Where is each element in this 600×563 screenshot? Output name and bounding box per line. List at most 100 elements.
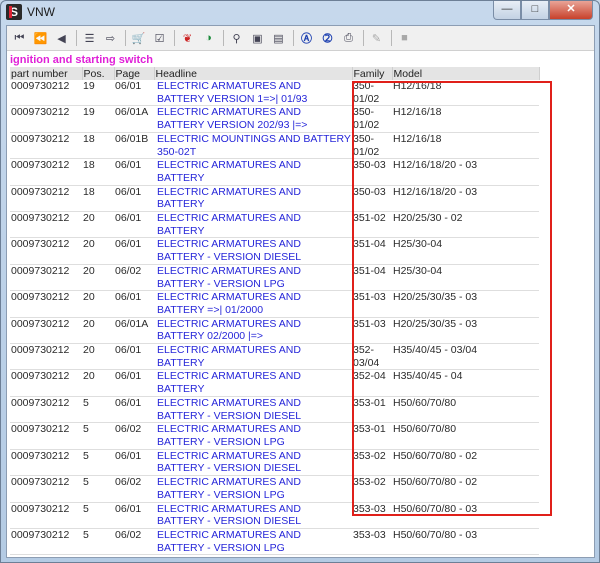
page-copy-icon[interactable]: ▤: [270, 30, 287, 47]
globe-icon[interactable]: ◑: [200, 30, 217, 47]
column-header-family[interactable]: Family: [352, 67, 393, 80]
headline-link[interactable]: ELECTRIC ARMATURES AND BATTERY VERSION 1…: [154, 80, 352, 107]
column-header-part-number[interactable]: part number: [10, 67, 83, 80]
headline-link[interactable]: ELECTRIC ARMATURES AND BATTERY: [154, 185, 352, 213]
headline-link[interactable]: ELECTRIC ARMATURES AND BATTERY - VERSION…: [154, 422, 352, 450]
stop-icon[interactable]: ■: [396, 30, 413, 47]
headline-link[interactable]: ELECTRIC ARMATURES AND BATTERY - VERSION…: [154, 396, 352, 424]
headline-link[interactable]: ELECTRIC ARMATURES AND BATTERY - VERSION…: [154, 237, 352, 265]
circle-a-icon[interactable]: Ⓐ: [298, 30, 315, 47]
headline-link[interactable]: ELECTRIC ARMATURES AND BATTERY - VERSION…: [154, 528, 352, 556]
circle-2-icon[interactable]: ➁: [319, 30, 336, 47]
page-cell: 06/01: [114, 158, 154, 186]
toolbar-separator: [76, 30, 77, 46]
part-number-cell: 0009730212: [10, 317, 82, 345]
export-icon[interactable]: ⇨: [102, 30, 119, 47]
page-cell: 06/01: [114, 80, 154, 107]
part-number-cell: 0009730212: [10, 422, 82, 450]
page-cell: 06/02: [114, 422, 154, 450]
headline-link[interactable]: ELECTRIC ARMATURES AND BATTERY: [154, 343, 352, 371]
maximize-button[interactable]: □: [521, 1, 549, 20]
cart-icon[interactable]: 🛒: [130, 30, 147, 47]
part-number-cell: 0009730212: [10, 475, 82, 503]
close-button[interactable]: ✕: [549, 1, 593, 20]
title-bar: S VNW — □ ✕: [1, 1, 599, 25]
column-header-headline[interactable]: Headline: [154, 67, 353, 80]
column-header-model[interactable]: Model: [392, 67, 540, 80]
page-cell: 06/02: [114, 528, 154, 556]
pos-cell: 5: [82, 528, 114, 556]
first-icon[interactable]: ⏮: [11, 30, 28, 47]
part-number-cell: 0009730212: [10, 396, 82, 424]
column-header-page[interactable]: Page: [114, 67, 155, 80]
headline-link[interactable]: ELECTRIC ARMATURES AND BATTERY - VERSION…: [154, 264, 352, 292]
page-cell: 06/01: [114, 343, 154, 371]
pos-cell: 20: [82, 343, 114, 371]
print-icon[interactable]: ⎙: [340, 30, 357, 47]
toolbar: ⏮ ⏪ ◀ ☰ ⇨ 🛒 ☑ ❦ ◑ ⚲ ▣ ▤ Ⓐ ➁ ⎙ ✎ ■: [7, 26, 594, 51]
checklist-icon[interactable]: ☑: [151, 30, 168, 47]
prev-icon[interactable]: ◀: [53, 30, 70, 47]
page-icon[interactable]: ▣: [249, 30, 266, 47]
part-number-cell: 0009730212: [10, 502, 82, 529]
pos-cell: 20: [82, 317, 114, 345]
headline-link[interactable]: ELECTRIC ARMATURES AND BATTERY - VERSION…: [154, 449, 352, 477]
model-cell: H50/60/70/80 - 03: [392, 528, 539, 556]
edit-icon[interactable]: ✎: [368, 30, 385, 47]
headline-link[interactable]: ELECTRIC ARMATURES AND BATTERY VERSION 2…: [154, 105, 352, 133]
page-cell: 06/01: [114, 237, 154, 265]
page-cell: 06/01A: [114, 105, 154, 133]
headline-link[interactable]: ELECTRIC ARMATURES AND BATTERY: [154, 211, 352, 239]
pos-cell: 20: [82, 369, 114, 397]
pos-cell: 5: [82, 475, 114, 503]
headline-link[interactable]: ELECTRIC ARMATURES AND BATTERY 02/2000 |…: [154, 317, 352, 345]
part-number-cell: 0009730212: [10, 237, 82, 265]
page-cell: 06/01: [114, 290, 154, 318]
part-number-cell: 0009730212: [10, 80, 82, 107]
toolbar-separator: [174, 30, 175, 46]
part-number-cell: 0009730212: [10, 369, 82, 397]
highlight-box: [352, 81, 552, 516]
minimize-button[interactable]: —: [493, 1, 521, 20]
pos-cell: 20: [82, 211, 114, 239]
part-number-cell: 0009730212: [10, 132, 82, 160]
page-cell: 06/02: [114, 264, 154, 292]
page-cell: 06/01A: [114, 317, 154, 345]
headline-link[interactable]: ELECTRIC ARMATURES AND BATTERY - VERSION…: [154, 475, 352, 503]
tag-icon[interactable]: ❦: [179, 30, 196, 47]
page-cell: 06/01: [114, 502, 154, 529]
headline-link[interactable]: ELECTRIC ARMATURES AND BATTERY - VERSION…: [154, 502, 352, 529]
headline-link[interactable]: ELECTRIC ARMATURES AND BATTERY =>| 01/20…: [154, 290, 352, 318]
page-cell: 06/01: [114, 369, 154, 397]
page-cell: 06/01: [114, 449, 154, 477]
part-number-cell: 0009730212: [10, 185, 82, 213]
pos-cell: 5: [82, 422, 114, 450]
toolbar-separator: [391, 30, 392, 46]
back-icon[interactable]: ⏪: [32, 30, 49, 47]
pos-cell: 19: [82, 80, 114, 107]
family-cell: 353-03: [352, 528, 392, 556]
page-cell: 06/02: [114, 475, 154, 503]
part-number-cell: 0009730212: [10, 290, 82, 318]
headline-link[interactable]: ELECTRIC MOUNTINGS AND BATTERY 350-02T: [154, 132, 352, 160]
part-number-cell: 0009730212: [10, 158, 82, 186]
headline-link[interactable]: ELECTRIC ARMATURES AND BATTERY: [154, 369, 352, 397]
zoom-icon[interactable]: ⚲: [228, 30, 245, 47]
page-cell: 06/01: [114, 211, 154, 239]
table-header: part number Pos. Page Headline Family Mo…: [10, 67, 540, 80]
section-title: ignition and starting switch: [10, 54, 153, 66]
part-number-cell: 0009730212: [10, 449, 82, 477]
pos-cell: 19: [82, 105, 114, 133]
column-header-pos[interactable]: Pos.: [82, 67, 115, 80]
toolbar-separator: [363, 30, 364, 46]
pos-cell: 5: [82, 449, 114, 477]
window-controls: — □ ✕: [493, 1, 593, 20]
pos-cell: 20: [82, 237, 114, 265]
app-icon: S: [6, 4, 22, 20]
headline-link[interactable]: ELECTRIC ARMATURES AND BATTERY: [154, 158, 352, 186]
list-icon[interactable]: ☰: [81, 30, 98, 47]
part-number-cell: 0009730212: [10, 528, 82, 556]
part-number-cell: 0009730212: [10, 105, 82, 133]
table-row[interactable]: 0009730212 5 06/02 ELECTRIC ARMATURES AND B…: [10, 528, 539, 556]
page-cell: 06/01: [114, 185, 154, 213]
